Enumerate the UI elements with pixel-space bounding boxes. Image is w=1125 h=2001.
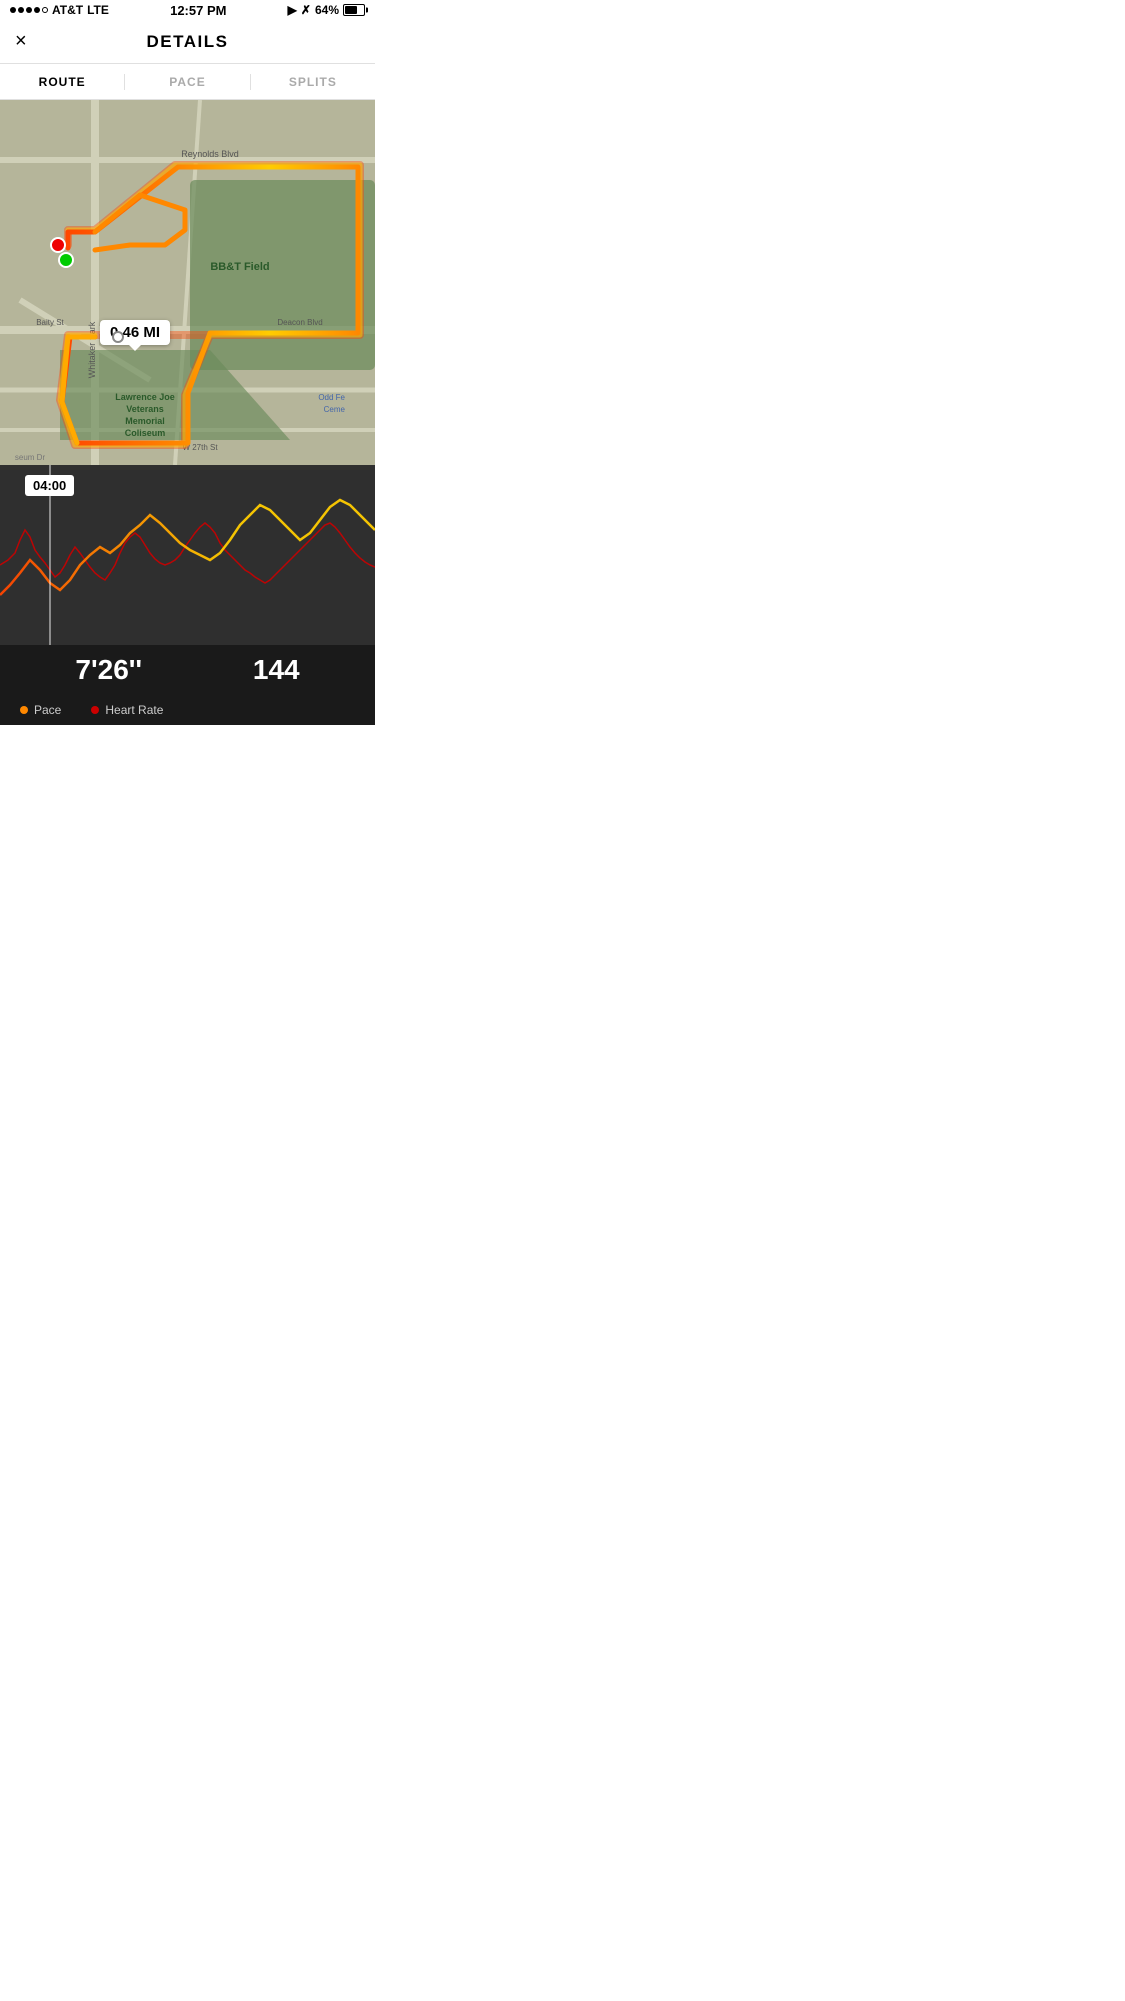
signal-dots [10,7,48,13]
stats-row: 7'26'' 144 [0,645,375,695]
tab-bar: ROUTE PACE SPLITS [0,64,375,100]
end-marker [58,252,74,268]
tab-route[interactable]: ROUTE [0,64,124,99]
chart-time-tooltip: 04:00 [25,475,74,496]
signal-dot-4 [34,7,40,13]
svg-text:Whitaker Park: Whitaker Park [87,321,97,378]
tab-splits[interactable]: SPLITS [251,64,375,99]
map-container[interactable]: BB&T Field Lawrence Joe Veterans Memoria… [0,100,375,465]
bluetooth-icon: ✗ [301,3,311,17]
heart-rate-legend-label: Heart Rate [105,703,163,717]
map-svg: BB&T Field Lawrence Joe Veterans Memoria… [0,100,375,465]
svg-text:Veterans: Veterans [126,404,164,414]
page-header: × DETAILS [0,20,375,64]
signal-dot-2 [18,7,24,13]
signal-dot-3 [26,7,32,13]
svg-text:Reynolds Blvd: Reynolds Blvd [181,149,239,159]
status-time: 12:57 PM [170,3,226,18]
svg-text:Deacon Blvd: Deacon Blvd [277,318,322,327]
svg-text:Memorial: Memorial [125,416,165,426]
svg-text:Odd Fe: Odd Fe [318,393,345,402]
route-cursor-marker [112,331,124,343]
chart-container[interactable]: 04:00 [0,465,375,645]
chart-time-value: 04:00 [33,478,66,493]
heart-rate-value: 144 [253,654,300,686]
legend-heart-rate: Heart Rate [91,703,163,717]
status-right: ▶ ✗ 64% [288,3,365,17]
battery-fill [345,6,357,14]
network-type-label: LTE [87,3,109,17]
battery-percent: 64% [315,3,339,17]
status-bar: AT&T LTE 12:57 PM ▶ ✗ 64% [0,0,375,20]
heart-rate-legend-dot [91,706,99,714]
location-icon: ▶ [288,3,297,17]
pace-value: 7'26'' [75,654,142,686]
legend-row: Pace Heart Rate [0,695,375,725]
svg-text:Coliseum: Coliseum [125,428,166,438]
signal-dot-5 [42,7,48,13]
svg-text:Lawrence Joe: Lawrence Joe [115,392,175,402]
svg-text:Ceme: Ceme [324,405,346,414]
carrier-label: AT&T [52,3,83,17]
legend-pace: Pace [20,703,61,717]
svg-text:seum Dr: seum Dr [15,453,46,462]
pace-legend-label: Pace [34,703,61,717]
distance-tooltip: 0.46 MI [100,320,170,345]
svg-text:BB&T Field: BB&T Field [210,261,269,273]
svg-text:Baity St: Baity St [36,318,64,327]
start-marker [50,237,66,253]
tab-pace[interactable]: PACE [125,64,249,99]
signal-dot-1 [10,7,16,13]
status-left: AT&T LTE [10,3,109,17]
page-title: DETAILS [147,32,229,52]
close-button[interactable]: × [15,30,27,53]
pace-legend-dot [20,706,28,714]
battery-icon [343,4,365,16]
